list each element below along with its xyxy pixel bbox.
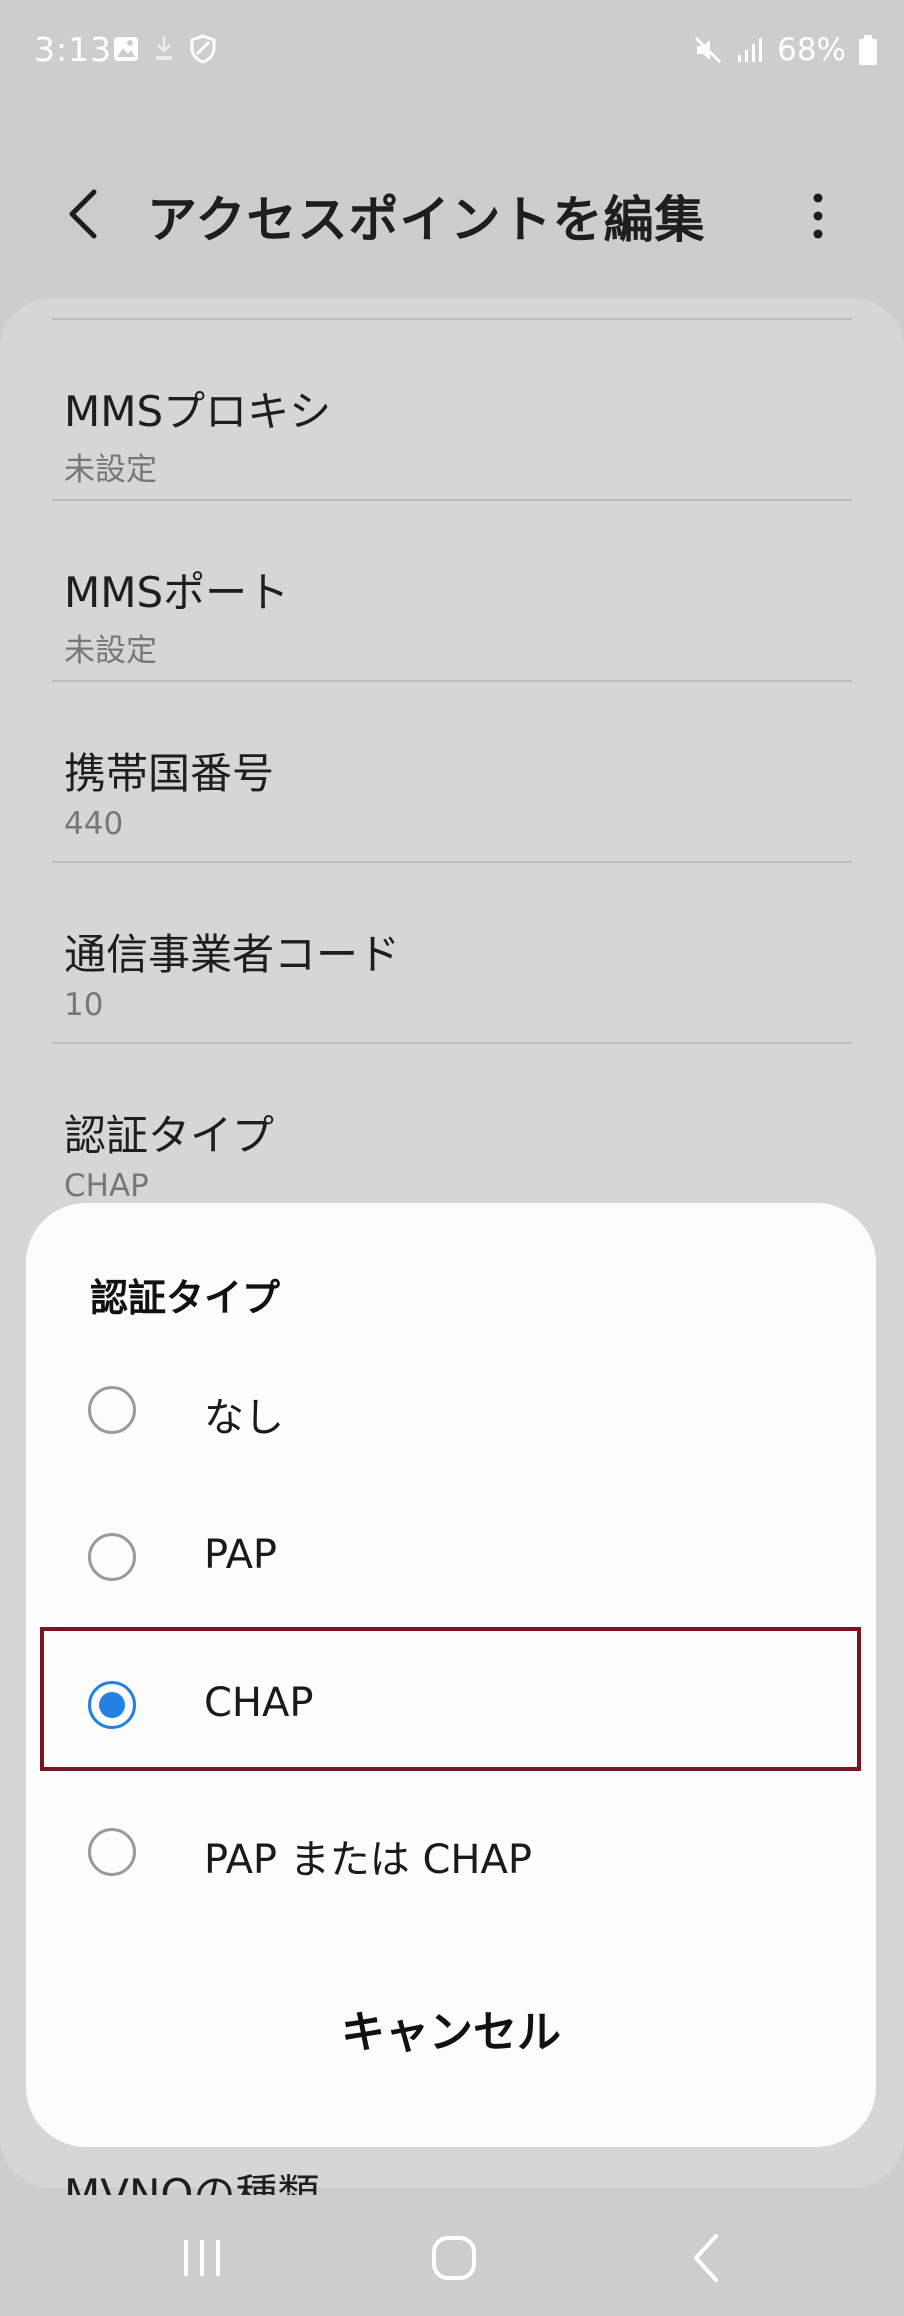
- recent-apps-icon[interactable]: [172, 2230, 232, 2286]
- status-bar: 3:13 68%: [0, 0, 904, 104]
- setting-title: 通信事業者コード: [64, 930, 401, 979]
- status-icons-right: 68%: [693, 32, 878, 68]
- setting-value: CHAP: [64, 1168, 149, 1204]
- image-icon: [114, 37, 138, 61]
- shield-icon: [190, 34, 216, 64]
- battery-percentage: 68%: [777, 32, 846, 68]
- option-pap[interactable]: PAP: [26, 1487, 876, 1627]
- setting-value: 未設定: [64, 452, 157, 488]
- dialog-title: 認証タイプ: [90, 1276, 281, 1320]
- radio-button-selected[interactable]: [88, 1681, 136, 1729]
- radio-button[interactable]: [88, 1386, 136, 1434]
- download-icon: [156, 36, 172, 60]
- signal-icon: [738, 38, 763, 62]
- option-label: CHAP: [204, 1680, 314, 1726]
- option-label: PAP または CHAP: [204, 1837, 532, 1883]
- setting-value: 10: [64, 987, 104, 1023]
- home-icon[interactable]: [424, 2230, 484, 2286]
- back-button[interactable]: [56, 182, 112, 246]
- page-title: アクセスポイントを編集: [147, 191, 706, 249]
- mute-icon: [695, 36, 722, 64]
- radio-selected-dot: [99, 1692, 125, 1718]
- setting-item-auth-type[interactable]: 認証タイプ CHAP: [0, 1042, 904, 1222]
- radio-button[interactable]: [88, 1828, 136, 1876]
- option-label: なし: [204, 1395, 284, 1441]
- auth-type-dialog: 認証タイプ なし PAP CHAP PAP または CHAP キャンセル: [26, 1203, 876, 2147]
- setting-item-mms-port[interactable]: MMSポート 未設定: [0, 499, 904, 679]
- cancel-button[interactable]: キャンセル: [251, 1983, 651, 2083]
- option-pap-or-chap[interactable]: PAP または CHAP: [26, 1782, 876, 1922]
- back-nav-icon[interactable]: [678, 2230, 738, 2286]
- setting-value: 440: [64, 806, 124, 842]
- setting-title: 携帯国番号: [64, 749, 275, 798]
- option-chap[interactable]: CHAP: [26, 1635, 876, 1775]
- setting-item-mms-proxy[interactable]: MMSプロキシ 未設定: [0, 318, 904, 498]
- navigation-bar: [0, 2190, 904, 2316]
- setting-value: 未設定: [64, 633, 157, 669]
- setting-title: 認証タイプ: [64, 1111, 275, 1160]
- status-icons-left: [113, 34, 217, 64]
- status-time: 3:13: [34, 30, 113, 69]
- radio-button[interactable]: [88, 1533, 136, 1581]
- setting-title: MMSポート: [64, 568, 290, 617]
- setting-title: MMSプロキシ: [64, 387, 332, 436]
- option-none[interactable]: なし: [26, 1340, 876, 1480]
- setting-item-mnc[interactable]: 通信事業者コード 10: [0, 861, 904, 1041]
- more-options-icon[interactable]: [800, 188, 836, 244]
- app-header: アクセスポイントを編集: [0, 160, 904, 270]
- setting-item-mcc[interactable]: 携帯国番号 440: [0, 680, 904, 860]
- battery-icon: [859, 35, 877, 65]
- option-label: PAP: [204, 1532, 278, 1578]
